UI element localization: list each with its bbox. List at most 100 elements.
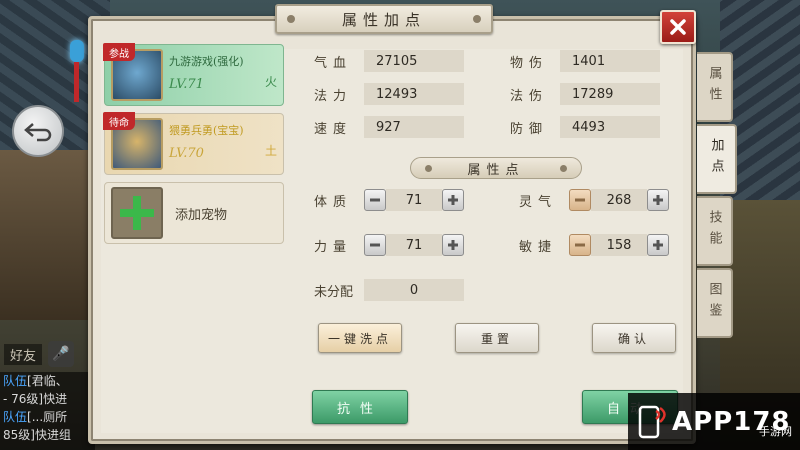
pet-name: 九游游戏(强化) [169,55,244,68]
pet-element: 火 [264,75,277,89]
spirit-plus-button[interactable] [647,189,669,211]
reset-button[interactable]: 重置 [455,323,539,353]
minus-icon [575,198,585,202]
phys-dmg-value: 1401 [560,50,660,72]
mp-label: 法力 [314,88,353,104]
strength-plus-button[interactable] [442,234,464,256]
defense-label: 防御 [510,121,549,137]
magic-dmg-label: 法伤 [510,88,549,104]
spirit-value: 268 [591,189,647,211]
chat-channel-tag: 队伍 [3,410,28,424]
plaque-ornament [425,165,432,172]
chat-line: 队伍[君临、 [3,372,95,390]
constitution-label: 体质 [314,194,353,210]
plus-icon [653,240,663,250]
plus-icon [448,240,458,250]
confirm-button[interactable]: 确认 [592,323,676,353]
lantern-icon [70,40,84,62]
mp-value: 12493 [364,83,464,105]
close-button[interactable] [660,10,696,44]
pet-name: 猥勇兵勇(宝宝) [169,124,244,137]
plus-icon [448,195,458,205]
stat-row: 气血 27105 物伤 1401 [314,50,660,72]
plaque-ornament [287,15,295,23]
chat-line: - 76级]快进 [3,390,95,408]
agility-label: 敏捷 [519,239,558,255]
alloc-row: 体质 71 灵气 268 [314,188,669,212]
chat-text: [君临、 [27,374,68,388]
hp-label: 气血 [314,55,353,71]
unallocated-label: 未分配 [314,284,354,300]
plus-icon [653,195,663,205]
back-button[interactable] [12,105,64,157]
agility-minus-button[interactable] [569,234,591,256]
pet-card-standby[interactable]: 待命 猥勇兵勇(宝宝) LV.70 土 [103,112,284,175]
section-title-plaque: 属性点 [410,157,582,179]
plaque-ornament [473,15,481,23]
standby-badge: 待命 [103,112,135,130]
friend-button[interactable]: 好友 [4,343,43,365]
pet-list: 参战 九游游戏(强化) LV.71 火 待命 猥勇兵勇(宝宝) LV.70 土 … [103,43,286,251]
constitution-value: 71 [386,189,442,211]
agility-value: 158 [591,234,647,256]
alloc-row: 力量 71 敏捷 158 [314,233,669,257]
pet-card-active[interactable]: 参战 九游游戏(强化) LV.71 火 [103,43,284,106]
chat-line: 队伍[...厕所 [3,408,95,426]
section-title: 属性点 [467,162,525,178]
pet-element: 土 [264,144,277,158]
chat-panel[interactable]: 队伍[君临、 - 76级]快进 队伍[...厕所 85级]快进组 [0,372,95,450]
chat-channel-tag: 队伍 [3,374,28,388]
chat-text: - 76级]快进 [3,392,68,406]
close-icon [670,19,686,35]
add-pet-card[interactable]: 添加宠物 [104,182,284,244]
friend-bar: 好友 🎤 [0,341,92,367]
site-watermark: APP178 手游网 [628,393,800,450]
window-title: 属性加点 [341,10,426,29]
tab-add-points[interactable]: 加点 [697,124,737,194]
window-title-plaque: 属性加点 [275,4,493,34]
constitution-plus-button[interactable] [442,189,464,211]
stat-row: 法力 12493 法伤 17289 [314,83,660,105]
pet-info: 猥勇兵勇(宝宝) LV.70 土 [169,118,283,170]
one-click-reset-button[interactable]: 一键洗点 [318,323,402,353]
add-pet-label: 添加宠物 [175,207,228,223]
tab-attributes[interactable]: 属性 [697,52,733,122]
action-bar: 一键洗点 重置 确认 [318,323,676,353]
pet-info: 九游游戏(强化) LV.71 火 [169,49,283,101]
minus-icon [370,198,380,202]
defense-value: 4493 [560,116,660,138]
tassel-icon [74,62,79,102]
tab-skills[interactable]: 技能 [697,196,733,266]
minus-icon [370,243,380,247]
tab-codex[interactable]: 图鉴 [697,268,733,338]
voice-chat-icon[interactable]: 🎤 [48,341,75,367]
minus-icon [575,243,585,247]
chat-line: 85级]快进组 [3,426,95,444]
strength-value: 71 [386,234,442,256]
chat-text: [...厕所 [27,410,68,424]
spirit-label: 灵气 [519,194,558,210]
spirit-minus-button[interactable] [569,189,591,211]
speed-value: 927 [364,116,464,138]
unallocated-value: 0 [364,279,464,301]
strength-minus-button[interactable] [364,234,386,256]
phys-dmg-label: 物伤 [510,55,549,71]
magic-dmg-value: 17289 [560,83,660,105]
plaque-ornament [560,165,567,172]
stats-grid: 气血 27105 物伤 1401 法力 12493 法伤 17289 速度 92… [314,50,660,149]
alloc-row: 未分配 0 [314,278,669,302]
speed-label: 速度 [314,121,353,137]
strength-label: 力量 [314,239,353,255]
hp-value: 27105 [364,50,464,72]
chat-text: 85级]快进组 [3,428,71,442]
side-tab-bar: 属性 加点 技能 图鉴 [697,52,737,340]
agility-plus-button[interactable] [647,234,669,256]
constitution-minus-button[interactable] [364,189,386,211]
back-arrow-icon [24,123,52,142]
resistance-button[interactable]: 抗性 [312,390,408,424]
battle-badge: 参战 [103,43,135,61]
plus-icon [111,187,163,239]
stat-row: 速度 927 防御 4493 [314,116,660,138]
watermark-sub: 手游网 [759,425,792,438]
phone-logo-icon [638,405,666,438]
